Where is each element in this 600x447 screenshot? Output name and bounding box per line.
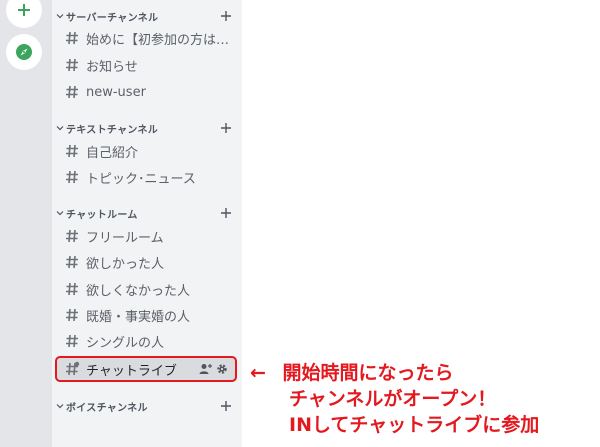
category-label: サーバーチャンネル xyxy=(66,12,159,24)
server-rail xyxy=(0,0,52,447)
channel-item[interactable]: 欲しくなかった人 xyxy=(56,277,236,301)
channel-item[interactable]: シングルの人 xyxy=(56,329,236,353)
channel-item[interactable]: new-user xyxy=(56,80,236,104)
plus-icon[interactable] xyxy=(220,400,232,412)
plus-icon[interactable] xyxy=(220,10,232,22)
hash-icon xyxy=(66,58,78,72)
channel-name: トピック･ニュース xyxy=(86,171,196,187)
category-text-channels[interactable]: テキストチャンネル xyxy=(56,120,236,136)
channel-item[interactable]: 始めに【初参加の方は… xyxy=(56,26,236,50)
plus-icon[interactable] xyxy=(220,122,232,134)
channel-name: new-user xyxy=(86,84,146,100)
category-voice-channels[interactable]: ボイスチャンネル xyxy=(56,398,236,414)
chevron-down-icon xyxy=(56,126,64,131)
chevron-down-icon xyxy=(56,211,64,216)
hash-icon xyxy=(66,170,78,184)
hash-icon xyxy=(66,31,78,45)
annotation-line-1: ← 開始時間になったら xyxy=(250,360,595,386)
channel-item[interactable]: お知らせ xyxy=(56,53,236,77)
hash-icon xyxy=(66,85,78,99)
annotation-line-2: チャンネルがオープン！ xyxy=(289,388,497,410)
hash-icon xyxy=(66,255,78,269)
chevron-down-icon xyxy=(56,14,64,19)
add-server-button[interactable] xyxy=(6,0,42,28)
plus-icon[interactable] xyxy=(220,207,232,219)
channel-name: 欲しかった人 xyxy=(86,256,165,272)
channel-name: 既婚・事実婚の人 xyxy=(86,309,191,325)
gear-icon[interactable] xyxy=(216,363,228,375)
explore-servers-button[interactable] xyxy=(6,34,42,70)
channel-item[interactable]: 欲しかった人 xyxy=(56,250,236,274)
plus-icon xyxy=(18,4,30,16)
channel-name: 欲しくなかった人 xyxy=(86,283,191,299)
hash-icon xyxy=(66,361,80,376)
channel-name: シングルの人 xyxy=(86,335,165,351)
add-user-icon[interactable] xyxy=(199,363,212,375)
category-label: テキストチャンネル xyxy=(66,124,159,136)
left-arrow: ← xyxy=(250,362,266,384)
channel-item-chat-live[interactable]: チャットライブ xyxy=(55,356,237,382)
category-label: チャットルーム xyxy=(66,209,138,221)
channel-item[interactable]: トピック･ニュース xyxy=(56,165,236,189)
channel-name: 始めに【初参加の方は… xyxy=(86,32,230,48)
hash-icon xyxy=(66,282,78,296)
channel-name: お知らせ xyxy=(86,59,138,75)
hash-icon xyxy=(66,144,78,158)
channel-name: チャットライブ xyxy=(86,363,177,379)
compass-icon xyxy=(16,44,32,60)
category-server-channels[interactable]: サーバーチャンネル xyxy=(56,8,236,24)
channel-tools xyxy=(199,363,228,375)
category-chat-rooms[interactable]: チャットルーム xyxy=(56,205,236,221)
channel-name: フリールーム xyxy=(86,230,164,246)
category-label: ボイスチャンネル xyxy=(66,402,148,414)
channel-item[interactable]: フリールーム xyxy=(56,224,236,248)
instruction-annotation: ← 開始時間になったら チャンネルがオープン！ INしてチャットライブに参加 xyxy=(250,360,595,438)
annotation-line-3: INしてチャットライブに参加 xyxy=(289,414,540,436)
channel-list: サーバーチャンネル 始めに【初参加の方は… お知らせ new-user テキスト… xyxy=(52,0,242,447)
channel-item[interactable]: 既婚・事実婚の人 xyxy=(56,303,236,327)
hash-icon xyxy=(66,229,78,243)
channel-name: 自己紹介 xyxy=(86,145,139,161)
hash-icon xyxy=(66,334,78,348)
annotation-text: 開始時間になったら xyxy=(282,362,454,384)
hash-icon xyxy=(66,308,78,322)
chevron-down-icon xyxy=(56,404,64,409)
channel-item[interactable]: 自己紹介 xyxy=(56,139,236,163)
